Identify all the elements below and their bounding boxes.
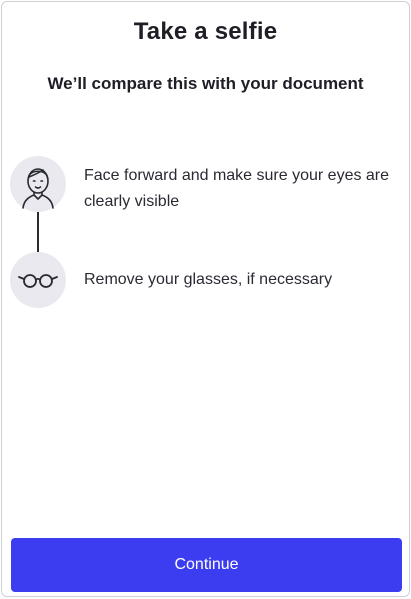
selfie-instructions-screen: Take a selfie We’ll compare this with yo… (1, 1, 410, 597)
continue-button[interactable]: Continue (11, 538, 402, 592)
step-connector (37, 212, 39, 252)
step-text: Remove your glasses, if necessary (84, 271, 333, 288)
glasses-icon (10, 252, 66, 308)
instruction-steps: Face forward and make sure your eyes are… (10, 156, 400, 316)
face-icon (10, 156, 66, 212)
step-text: Face forward and make sure your eyes are… (84, 167, 390, 210)
page-subtitle: We’ll compare this with your document (47, 74, 364, 93)
page-title: Take a selfie (133, 18, 278, 45)
